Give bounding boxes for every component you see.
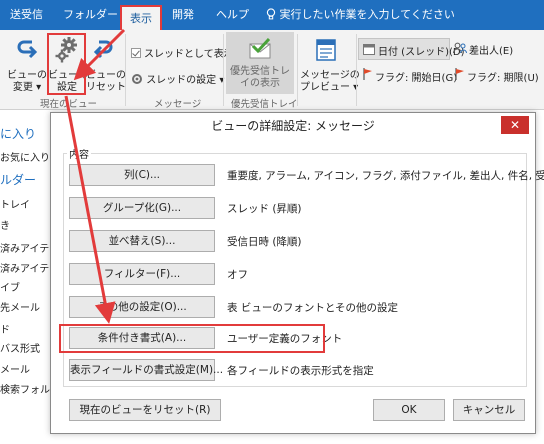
nav-item[interactable]: お気に入り (0, 149, 50, 164)
thread-settings-icon (131, 74, 146, 86)
tell-me-text: 実行したい作業を入力してください (279, 8, 455, 21)
group-message-label: メッセージ (154, 99, 202, 110)
ribbon-tab-bar: 送受信 フォルダー 表示 開発 ヘルプ 実行したい作業を入力してください (0, 0, 544, 30)
sort-button[interactable]: 並べ替え(S)... (69, 230, 215, 252)
group-priority-label: 優先受信トレイ (231, 99, 298, 110)
view-settings-highlight (47, 33, 86, 95)
sort-value: 受信日時 (降順) (227, 236, 302, 248)
calendar-icon (363, 43, 375, 58)
reset-current-view-button[interactable]: 現在のビューをリセット(R) (69, 399, 221, 421)
close-button[interactable]: ✕ (501, 116, 529, 134)
nav-item[interactable]: イブ (0, 279, 20, 294)
thread-settings-label: スレッドの設定 ▾ (146, 75, 225, 86)
arrange-flag-due-label: フラグ: 期限(U) (467, 73, 539, 84)
arrange-sender-label: 差出人(E) (469, 46, 514, 57)
arrange-flag-start-label: フラグ: 開始日(G) (375, 73, 458, 84)
filter-button[interactable]: フィルター(F)... (69, 263, 215, 285)
thread-settings-button[interactable]: スレッドの設定 ▾ (131, 71, 224, 86)
checkbox-icon (131, 48, 141, 58)
conditional-formatting-highlight (59, 324, 325, 353)
group-separator (125, 34, 126, 106)
change-view-icon (16, 38, 38, 65)
message-preview-label-2: プレビュー ▾ (300, 82, 359, 93)
arrange-date-thread[interactable]: 日付 (スレッド)(D) (358, 38, 464, 60)
reset-view-button[interactable]: ビューの リセット (86, 34, 126, 94)
priority-inbox-label-2: イの表示 (240, 78, 280, 89)
group-separator (297, 34, 298, 106)
message-preview-label-1: メッセージの (300, 70, 360, 81)
nav-item[interactable]: 済みアイテ (0, 260, 49, 275)
cancel-button[interactable]: キャンセル (453, 399, 525, 421)
people-icon (453, 42, 467, 57)
format-columns-value: 各フィールドの表示形式を指定 (227, 365, 374, 377)
nav-folders-header[interactable]: ルダー (0, 171, 36, 188)
nav-item[interactable]: 先メール (0, 299, 40, 314)
show-as-thread-checkbox[interactable]: スレッドとして表示 (131, 45, 234, 60)
flag-icon (455, 68, 465, 83)
close-icon: ✕ (509, 118, 521, 132)
arrange-flag-start[interactable]: フラグ: 開始日(G) (358, 64, 457, 86)
group-separator (223, 34, 224, 106)
priority-inbox-button[interactable]: 優先受信トレ イの表示 (226, 32, 294, 94)
tab-send-receive[interactable]: 送受信 (10, 0, 43, 30)
group-by-button[interactable]: グループ化(G)... (69, 197, 215, 219)
arrange-sender[interactable]: 差出人(E) (451, 38, 543, 60)
ribbon: ビューの 変更 ▾ ビューの 設定 ビューの リセット 現在のビュー スレッドと… (0, 30, 544, 110)
group-separator (356, 34, 357, 106)
filter-value: オフ (227, 269, 248, 281)
change-view-label-1: ビューの (7, 70, 47, 81)
tab-help[interactable]: ヘルプ (216, 0, 249, 30)
nav-item[interactable]: メール (0, 361, 30, 376)
change-view-label-2: 変更 ▾ (12, 82, 42, 93)
view-settings-dialog: ビューの詳細設定: メッセージ ✕ 内容 列(C)... 重要度, アラーム, … (50, 112, 544, 434)
flag-icon (363, 68, 373, 83)
tell-me-box[interactable]: 実行したい作業を入力してください (266, 0, 455, 30)
nav-item[interactable]: バス形式 (0, 340, 40, 355)
content-group-label: 内容 (67, 146, 91, 161)
tab-view[interactable]: 表示 (120, 5, 162, 30)
nav-favorites-header[interactable]: に入り (0, 125, 36, 142)
reset-view-icon (93, 38, 115, 65)
tab-folder[interactable]: フォルダー (63, 0, 118, 30)
other-settings-button[interactable]: その他の設定(O)... (69, 296, 215, 318)
nav-item[interactable]: 済みアイテ (0, 240, 49, 255)
change-view-button[interactable]: ビューの 変更 ▾ (6, 34, 48, 94)
dialog-title: ビューの詳細設定: メッセージ (211, 119, 375, 133)
priority-inbox-label-1: 優先受信トレ (230, 66, 290, 77)
message-preview-icon (315, 38, 337, 65)
other-settings-value: 表 ビューのフォントとその他の設定 (227, 302, 399, 314)
ok-button[interactable]: OK (373, 399, 445, 421)
columns-value: 重要度, アラーム, アイコン, フラグ, 添付ファイル, 差出人, 件名, 受… (227, 170, 544, 182)
format-columns-button[interactable]: 表示フィールドの書式設定(M)... (69, 359, 223, 381)
show-as-thread-label: スレッドとして表示 (144, 49, 234, 60)
lightbulb-icon (266, 8, 280, 21)
priority-inbox-icon (248, 37, 272, 63)
tab-developer[interactable]: 開発 (172, 0, 194, 30)
nav-item[interactable]: き (0, 217, 10, 232)
arrange-flag-due[interactable]: フラグ: 期限(U) (451, 64, 543, 86)
message-preview-button[interactable]: メッセージの プレビュー ▾ (300, 34, 360, 94)
group-by-value: スレッド (昇順) (227, 203, 302, 215)
reset-view-label-1: ビューの (86, 70, 126, 81)
nav-item[interactable]: ド (0, 321, 10, 336)
group-current-view-label: 現在のビュー (40, 99, 98, 110)
nav-item[interactable]: トレイ (0, 196, 30, 211)
reset-view-label-2: リセット (86, 82, 126, 93)
columns-button[interactable]: 列(C)... (69, 164, 215, 186)
